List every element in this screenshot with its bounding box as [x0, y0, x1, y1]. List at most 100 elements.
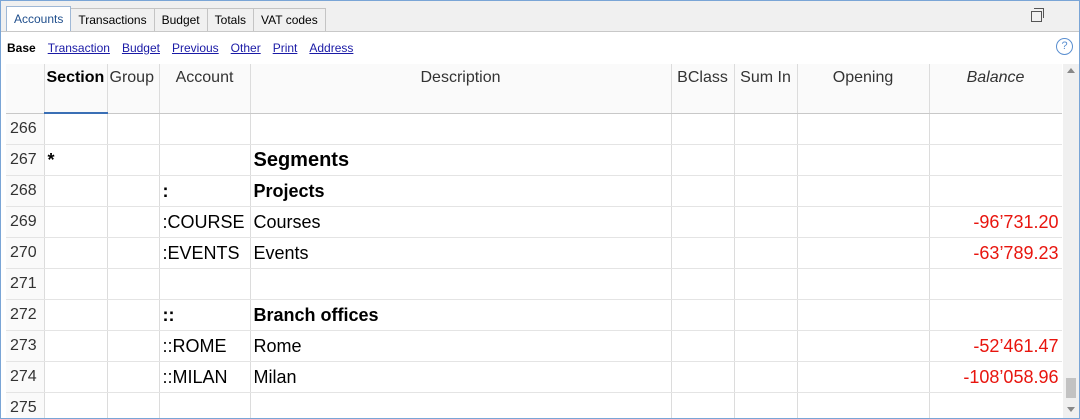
cell-group[interactable] [107, 175, 160, 207]
column-header-opening[interactable]: Opening [797, 64, 930, 114]
cell-bclass[interactable] [671, 268, 735, 300]
tab-totals[interactable]: Totals [206, 8, 255, 31]
cell-description[interactable] [250, 392, 672, 418]
cell-sum-in[interactable] [734, 144, 798, 176]
cell-sum-in[interactable] [734, 237, 798, 269]
scroll-down-arrow-icon[interactable] [1067, 407, 1075, 412]
scrollbar-thumb[interactable] [1066, 378, 1076, 398]
column-header-bclass[interactable]: BClass [671, 64, 735, 114]
cell-account[interactable]: :EVENTS [159, 237, 251, 269]
view-print[interactable]: Print [273, 41, 298, 55]
cell-description[interactable] [250, 113, 672, 145]
cell-bclass[interactable] [671, 144, 735, 176]
cell-group[interactable] [107, 268, 160, 300]
cell-account[interactable] [159, 268, 251, 300]
cell-bclass[interactable] [671, 330, 735, 362]
cell-balance[interactable] [929, 392, 1062, 418]
cell-bclass[interactable] [671, 175, 735, 207]
cell-balance[interactable] [929, 144, 1062, 176]
cell-opening[interactable] [797, 175, 930, 207]
cell-bclass[interactable] [671, 392, 735, 418]
cell-opening[interactable] [797, 361, 930, 393]
table-row[interactable]: 273 ::ROME Rome -52’461.47 [6, 330, 1062, 362]
cell-bclass[interactable] [671, 299, 735, 331]
view-base[interactable]: Base [7, 41, 36, 55]
restore-window-icon[interactable] [1031, 8, 1044, 22]
cell-section[interactable] [44, 206, 108, 238]
help-icon[interactable]: ? [1056, 38, 1073, 55]
column-header-section[interactable]: Section [44, 64, 108, 114]
cell-group[interactable] [107, 330, 160, 362]
cell-balance[interactable] [929, 299, 1062, 331]
view-address[interactable]: Address [309, 41, 353, 55]
cell-group[interactable] [107, 144, 160, 176]
table-row[interactable]: 275 [6, 392, 1062, 418]
tab-vat-codes[interactable]: VAT codes [253, 8, 326, 31]
cell-balance[interactable] [929, 113, 1062, 145]
cell-opening[interactable] [797, 144, 930, 176]
view-transaction[interactable]: Transaction [48, 41, 110, 55]
cell-description[interactable]: Branch offices [250, 299, 672, 331]
cell-sum-in[interactable] [734, 206, 798, 238]
cell-description[interactable]: Segments [250, 144, 672, 176]
cell-account[interactable] [159, 113, 251, 145]
tab-budget[interactable]: Budget [153, 8, 208, 31]
scroll-up-arrow-icon[interactable] [1067, 68, 1075, 73]
cell-opening[interactable] [797, 299, 930, 331]
cell-account[interactable]: : [159, 175, 251, 207]
table-row[interactable]: 269 :COURSE Courses -96’731.20 [6, 206, 1062, 238]
cell-opening[interactable] [797, 330, 930, 362]
cell-section[interactable] [44, 175, 108, 207]
table-row[interactable]: 270 :EVENTS Events -63’789.23 [6, 237, 1062, 269]
cell-group[interactable] [107, 113, 160, 145]
cell-account[interactable]: :: [159, 299, 251, 331]
cell-description[interactable]: Rome [250, 330, 672, 362]
cell-account[interactable]: ::ROME [159, 330, 251, 362]
cell-balance[interactable]: -108’058.96 [929, 361, 1062, 393]
cell-sum-in[interactable] [734, 175, 798, 207]
cell-sum-in[interactable] [734, 299, 798, 331]
cell-description[interactable]: Projects [250, 175, 672, 207]
column-header-description[interactable]: Description [250, 64, 672, 114]
cell-section[interactable] [44, 268, 108, 300]
cell-opening[interactable] [797, 392, 930, 418]
cell-bclass[interactable] [671, 361, 735, 393]
cell-balance[interactable] [929, 175, 1062, 207]
cell-description[interactable]: Events [250, 237, 672, 269]
cell-opening[interactable] [797, 206, 930, 238]
cell-bclass[interactable] [671, 113, 735, 145]
cell-sum-in[interactable] [734, 361, 798, 393]
cell-sum-in[interactable] [734, 268, 798, 300]
vertical-scrollbar[interactable] [1063, 64, 1079, 418]
cell-balance[interactable]: -96’731.20 [929, 206, 1062, 238]
cell-account[interactable] [159, 144, 251, 176]
table-row[interactable]: 271 [6, 268, 1062, 300]
cell-balance[interactable] [929, 268, 1062, 300]
table-row[interactable]: 274 ::MILAN Milan -108’058.96 [6, 361, 1062, 393]
cell-account[interactable] [159, 392, 251, 418]
cell-balance[interactable]: -63’789.23 [929, 237, 1062, 269]
view-budget[interactable]: Budget [122, 41, 160, 55]
cell-sum-in[interactable] [734, 392, 798, 418]
cell-account[interactable]: :COURSE [159, 206, 251, 238]
cell-opening[interactable] [797, 237, 930, 269]
cell-description[interactable]: Milan [250, 361, 672, 393]
column-header-group[interactable]: Group [107, 64, 160, 114]
cell-sum-in[interactable] [734, 330, 798, 362]
cell-opening[interactable] [797, 268, 930, 300]
cell-bclass[interactable] [671, 237, 735, 269]
view-other[interactable]: Other [231, 41, 261, 55]
table-row[interactable]: 272 :: Branch offices [6, 299, 1062, 331]
cell-group[interactable] [107, 392, 160, 418]
cell-account[interactable]: ::MILAN [159, 361, 251, 393]
cell-section[interactable] [44, 113, 108, 145]
view-previous[interactable]: Previous [172, 41, 219, 55]
cell-section[interactable] [44, 392, 108, 418]
cell-sum-in[interactable] [734, 113, 798, 145]
cell-group[interactable] [107, 361, 160, 393]
cell-section[interactable]: * [44, 144, 108, 176]
cell-description[interactable] [250, 268, 672, 300]
cell-opening[interactable] [797, 113, 930, 145]
cell-section[interactable] [44, 237, 108, 269]
column-header-sum-in[interactable]: Sum In [734, 64, 798, 114]
